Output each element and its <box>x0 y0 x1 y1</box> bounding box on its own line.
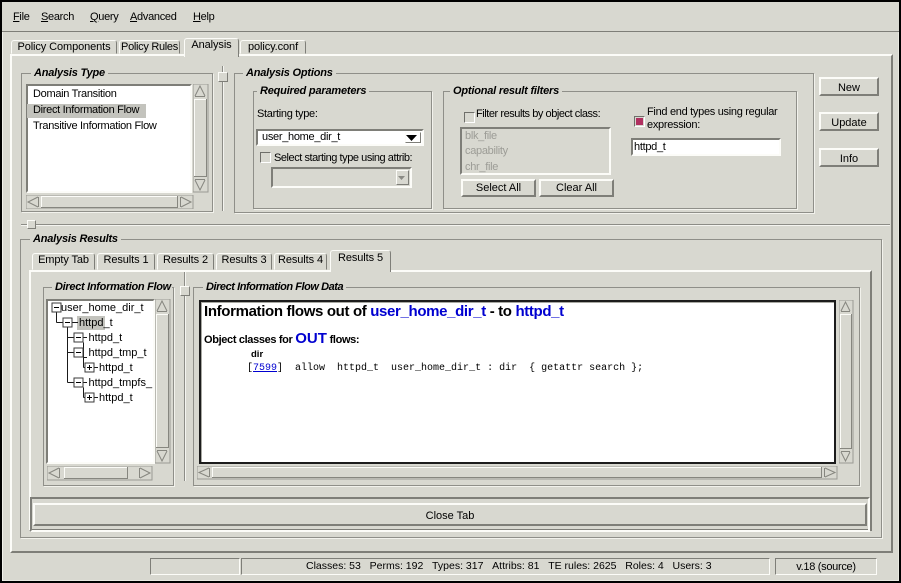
svg-text:httpd_t: httpd_t <box>99 392 133 404</box>
svg-text:httpd_tmp_t: httpd_tmp_t <box>89 347 147 359</box>
svg-text:httpd_t: httpd_t <box>89 332 123 344</box>
svg-text:httpd_t: httpd_t <box>99 362 133 374</box>
svg-text:user_home_dir_t: user_home_dir_t <box>61 302 144 314</box>
svg-text:httpd_t: httpd_t <box>79 317 113 329</box>
svg-text:httpd_tmpfs_: httpd_tmpfs_ <box>89 377 153 389</box>
